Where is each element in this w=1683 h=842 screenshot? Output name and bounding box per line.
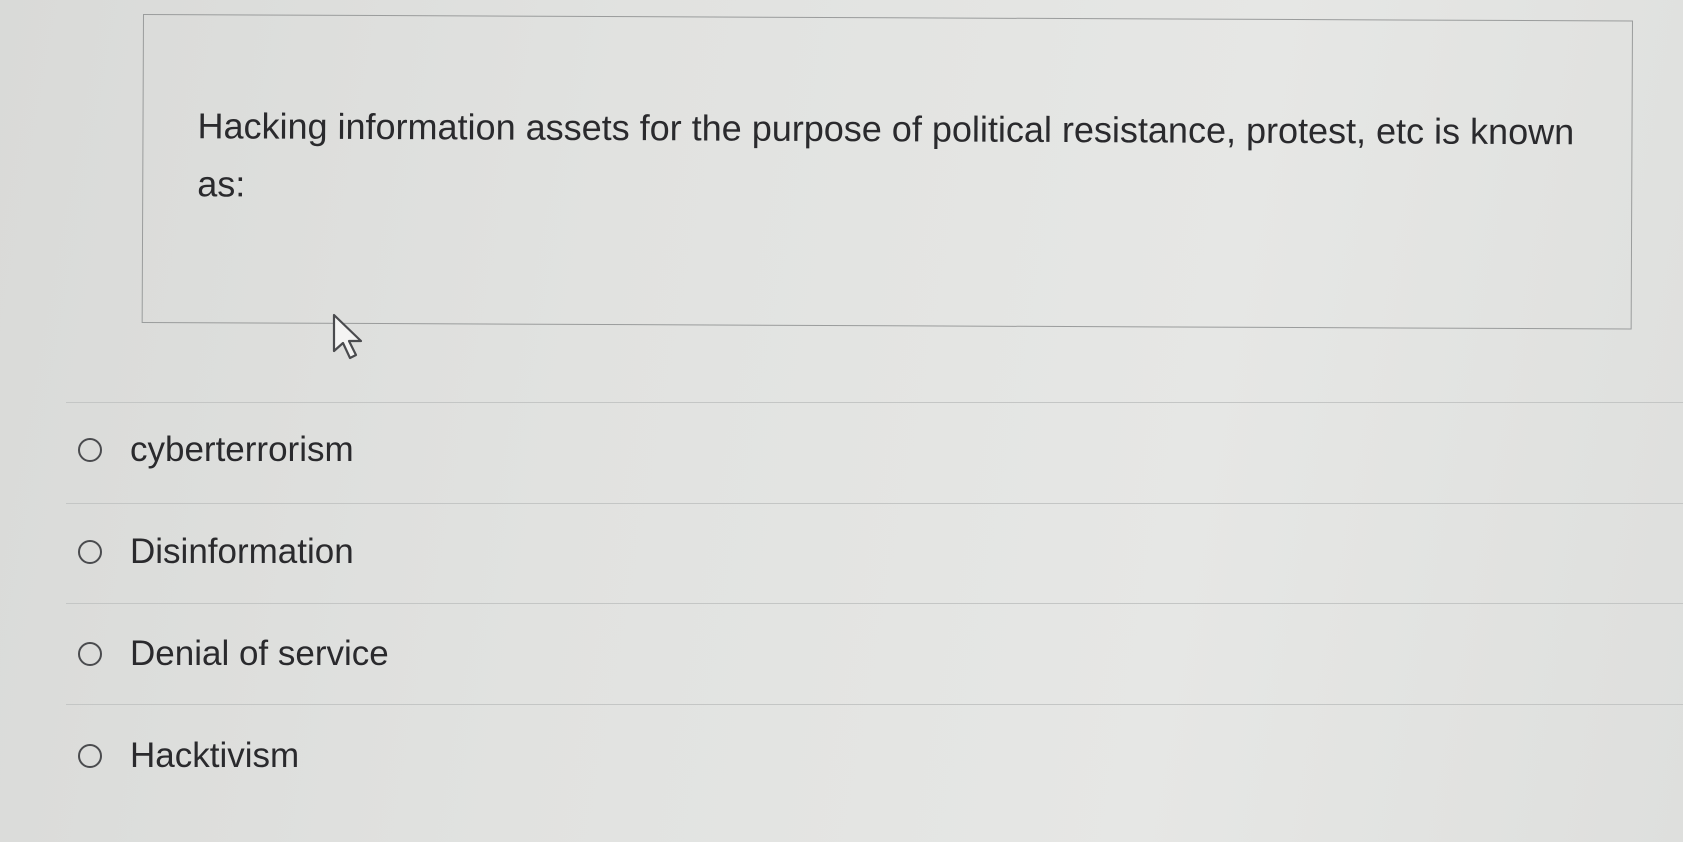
- divider: [66, 704, 1683, 705]
- option-label: Hacktivism: [130, 736, 300, 775]
- mouse-pointer-icon: [332, 313, 363, 360]
- answer-option-disinformation[interactable]: Disinformation: [78, 522, 354, 582]
- option-label: Disinformation: [130, 532, 354, 571]
- option-label: cyberterrorism: [130, 430, 354, 469]
- answer-option-denial-of-service[interactable]: Denial of service: [78, 624, 389, 684]
- option-label: Denial of service: [130, 634, 389, 673]
- radio-button[interactable]: [78, 540, 102, 564]
- answer-option-hacktivism[interactable]: Hacktivism: [78, 726, 299, 786]
- radio-button[interactable]: [78, 642, 102, 666]
- divider: [66, 503, 1683, 504]
- radio-button[interactable]: [78, 438, 102, 462]
- radio-button[interactable]: [78, 744, 102, 768]
- divider: [66, 603, 1683, 604]
- question-text: Hacking information assets for the purpo…: [197, 105, 1575, 205]
- question-box: Hacking information assets for the purpo…: [141, 14, 1633, 330]
- divider: [66, 402, 1683, 403]
- answer-option-cyberterrorism[interactable]: cyberterrorism: [78, 420, 354, 480]
